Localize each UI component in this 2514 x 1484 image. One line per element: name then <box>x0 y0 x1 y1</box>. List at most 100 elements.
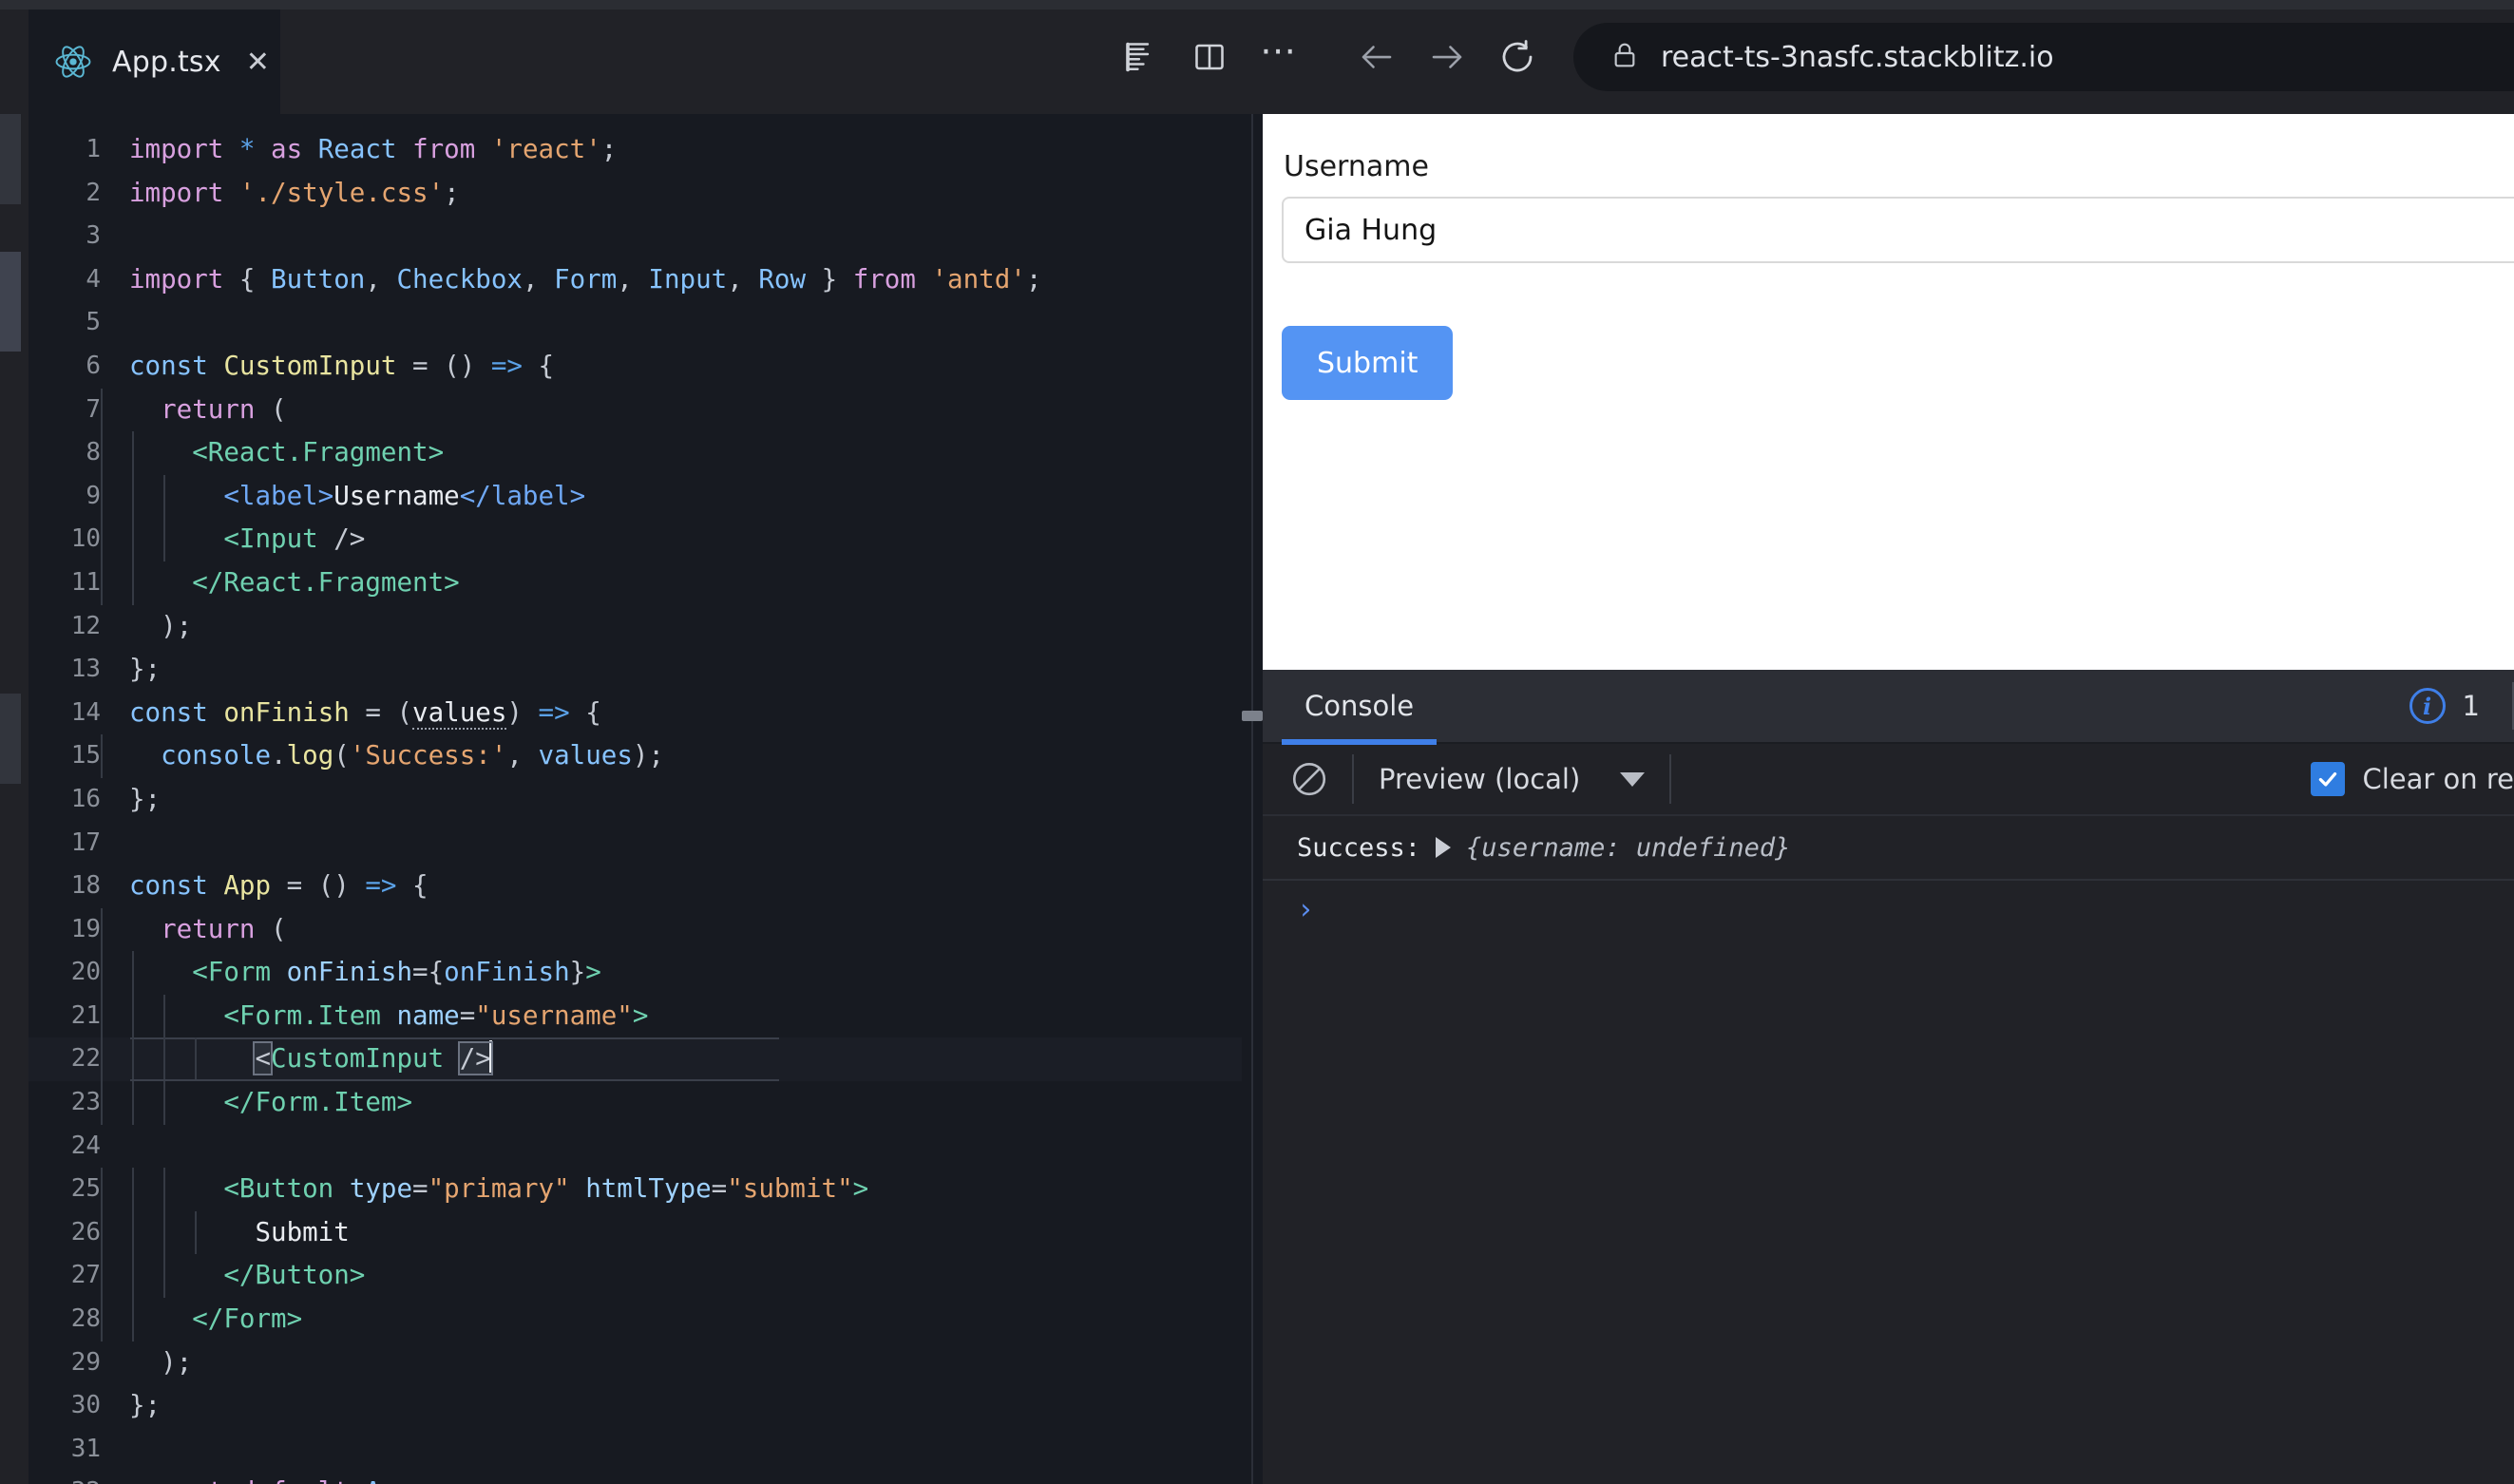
code-line[interactable]: 10 <Input /> <box>29 518 1242 561</box>
code-line[interactable]: 12 ); <box>29 605 1242 649</box>
line-text: ); <box>101 1341 192 1385</box>
code-line[interactable]: 7 return ( <box>29 388 1242 432</box>
code-token: "submit" <box>727 1173 853 1205</box>
code-token: as <box>255 134 318 164</box>
rail-block[interactable] <box>0 114 21 204</box>
code-token: > <box>852 1173 869 1205</box>
code-token: ; <box>412 1476 429 1484</box>
code-line[interactable]: 25 <Button type="primary" htmlType="subm… <box>29 1168 1242 1211</box>
code-line[interactable]: 1 import * as React from 'react'; <box>29 128 1242 172</box>
info-icon[interactable]: i <box>2409 688 2446 724</box>
lock-icon <box>1609 40 1640 74</box>
format-code-icon[interactable] <box>1104 22 1174 92</box>
line-text: <React.Fragment> <box>101 431 444 475</box>
code-line[interactable]: 9 <label>Username</label> <box>29 474 1242 519</box>
code-token: log <box>286 740 334 771</box>
code-line[interactable]: 20 <Form onFinish={onFinish}> <box>29 951 1242 995</box>
split-panel-icon[interactable] <box>1174 22 1245 92</box>
code-line[interactable]: 17 <box>29 822 1242 866</box>
forward-arrow-icon[interactable] <box>1412 22 1482 92</box>
console-prompt[interactable]: › <box>1263 881 2514 938</box>
back-arrow-icon[interactable] <box>1342 22 1412 92</box>
more-options-icon[interactable]: ⋯ <box>1245 22 1315 92</box>
line-text: }; <box>101 778 161 822</box>
code-line[interactable]: 5 <box>29 301 1242 345</box>
rail-block-selected[interactable] <box>0 252 21 352</box>
splitter-handle[interactable] <box>1242 711 1263 721</box>
reload-icon[interactable] <box>1482 22 1552 92</box>
code-line[interactable]: 4 import { Button, Checkbox, Form, Input,… <box>29 258 1242 302</box>
console-source-select[interactable]: Preview (local) <box>1367 763 1656 795</box>
rail-block[interactable] <box>0 694 21 784</box>
code-line[interactable]: 26 Submit <box>29 1210 1242 1255</box>
code-line[interactable]: 16}; <box>29 778 1242 822</box>
code-line[interactable]: 19 return ( <box>29 907 1242 952</box>
code-line[interactable]: 22 <CustomInput /> <box>29 1037 1242 1082</box>
clear-console-icon[interactable] <box>1280 750 1339 809</box>
log-label: Success: <box>1297 832 1421 863</box>
code-token: const <box>129 696 208 728</box>
pane-splitter[interactable] <box>1242 114 1263 1484</box>
code-line[interactable]: 32export default App; <box>29 1471 1242 1484</box>
code-line[interactable]: 14 const onFinish = (values) => { <box>29 692 1242 735</box>
code-line[interactable]: 18 const App = () => { <box>29 865 1242 908</box>
code-token: const <box>129 870 208 902</box>
url-bar[interactable]: react-ts-3nasfc.stackblitz.io <box>1573 23 2514 91</box>
code-token: } <box>806 263 853 295</box>
url-text: react-ts-3nasfc.stackblitz.io <box>1661 40 2054 74</box>
indent-guide <box>163 1168 166 1211</box>
submit-button[interactable]: Submit <box>1282 326 1454 400</box>
code-token: import <box>129 134 224 164</box>
line-number: 3 <box>86 221 101 251</box>
code-line[interactable]: 6 const CustomInput = () => { <box>29 345 1242 389</box>
code-token: { <box>223 263 272 295</box>
code-token: = <box>412 1173 429 1205</box>
code-line[interactable]: 28 </Form> <box>29 1298 1242 1341</box>
code-line[interactable]: 8 <React.Fragment> <box>29 431 1242 475</box>
clear-on-reload-checkbox[interactable]: Clear on re <box>2311 762 2514 796</box>
code-token: ; <box>444 177 460 208</box>
code-line[interactable]: 15 console.log('Success:', values); <box>29 734 1242 778</box>
line-number: 2 <box>86 178 101 207</box>
close-icon[interactable]: ✕ <box>246 46 270 79</box>
code-line[interactable]: 29 ); <box>29 1341 1242 1385</box>
code-token: 'Success:' <box>349 740 507 771</box>
tab-console[interactable]: Console <box>1282 669 1438 745</box>
code-line[interactable]: 21 <Form.Item name="username"> <box>29 994 1242 1038</box>
line-number: 26 <box>70 1217 101 1246</box>
editor-tab-app-tsx[interactable]: App.tsx ✕ <box>29 10 280 114</box>
expand-triangle-icon[interactable] <box>1436 837 1452 858</box>
code-line[interactable]: 3 <box>29 215 1242 258</box>
code-token: } <box>569 957 586 988</box>
code-line[interactable]: 2 import './style.css'; <box>29 172 1242 216</box>
code-line[interactable]: 30}; <box>29 1384 1242 1428</box>
code-line[interactable]: 11 </React.Fragment> <box>29 561 1242 605</box>
console-source-value: Preview (local) <box>1379 763 1581 795</box>
indent-guide <box>163 474 166 519</box>
indent-guide <box>163 994 166 1038</box>
code-line[interactable]: 24 <box>29 1125 1242 1169</box>
code-token: <React.Fragment> <box>192 437 445 468</box>
indent-guide <box>101 1168 103 1211</box>
line-number: 25 <box>70 1174 101 1204</box>
code-token: => <box>538 696 570 728</box>
code-token: { <box>522 350 555 381</box>
console-log-row[interactable]: Success: {username: undefined} <box>1263 816 2514 881</box>
code-token: onFinish <box>286 957 413 988</box>
indent-guide <box>132 431 135 475</box>
line-number: 16 <box>70 784 101 813</box>
line-text: <CustomInput /> <box>101 1037 493 1082</box>
code-line[interactable]: 23 </Form.Item> <box>29 1081 1242 1125</box>
code-token: onFinish <box>223 696 350 728</box>
username-input[interactable]: Gia Hung <box>1282 197 2514 263</box>
code-line[interactable]: 31 <box>29 1428 1242 1472</box>
code-token: ); <box>129 1346 193 1378</box>
code-editor[interactable]: 1 import * as React from 'react'; 2 import … <box>29 114 1242 1484</box>
code-line[interactable]: 13}; <box>29 648 1242 692</box>
code-line[interactable]: 27 </Button> <box>29 1254 1242 1299</box>
indent-guide <box>163 1081 166 1125</box>
